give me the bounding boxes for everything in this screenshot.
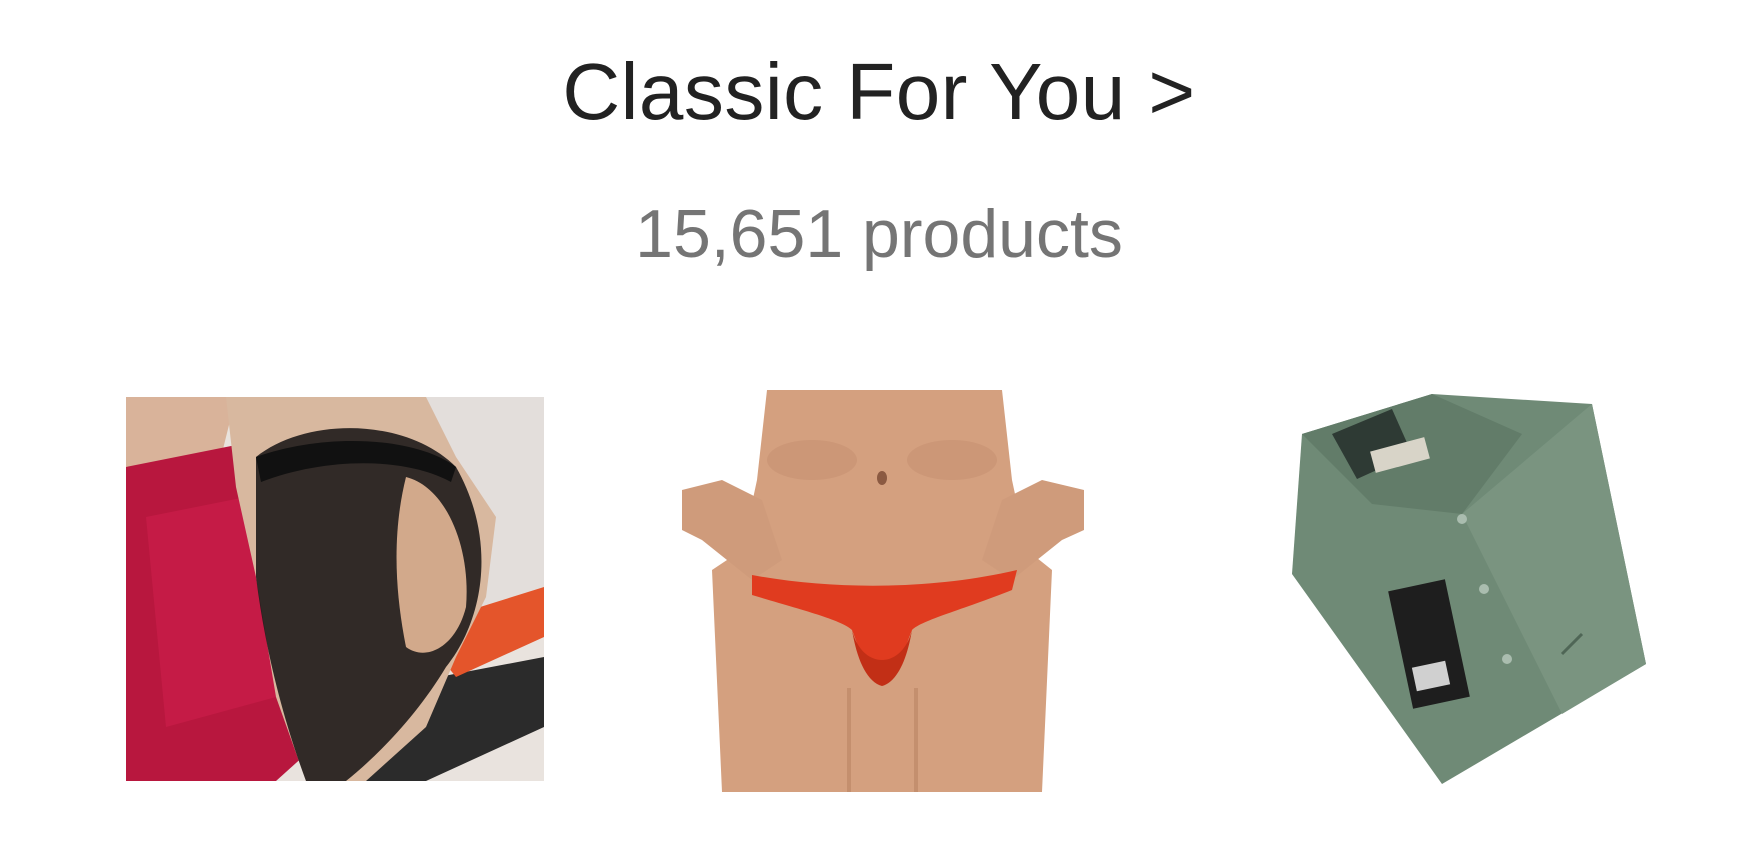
product-card-3[interactable] — [1262, 394, 1646, 784]
section-title-link[interactable]: Classic For You > — [562, 52, 1195, 132]
shirt-product-image — [1262, 394, 1646, 784]
section-header: Classic For You > — [0, 52, 1758, 132]
product-grid — [0, 380, 1758, 800]
product-count: 15,651 products — [635, 196, 1123, 272]
product-card-2[interactable] — [682, 390, 1084, 792]
briefs-product-image — [682, 390, 1084, 792]
tights-product-image — [126, 397, 544, 781]
product-card-1[interactable] — [126, 397, 544, 781]
